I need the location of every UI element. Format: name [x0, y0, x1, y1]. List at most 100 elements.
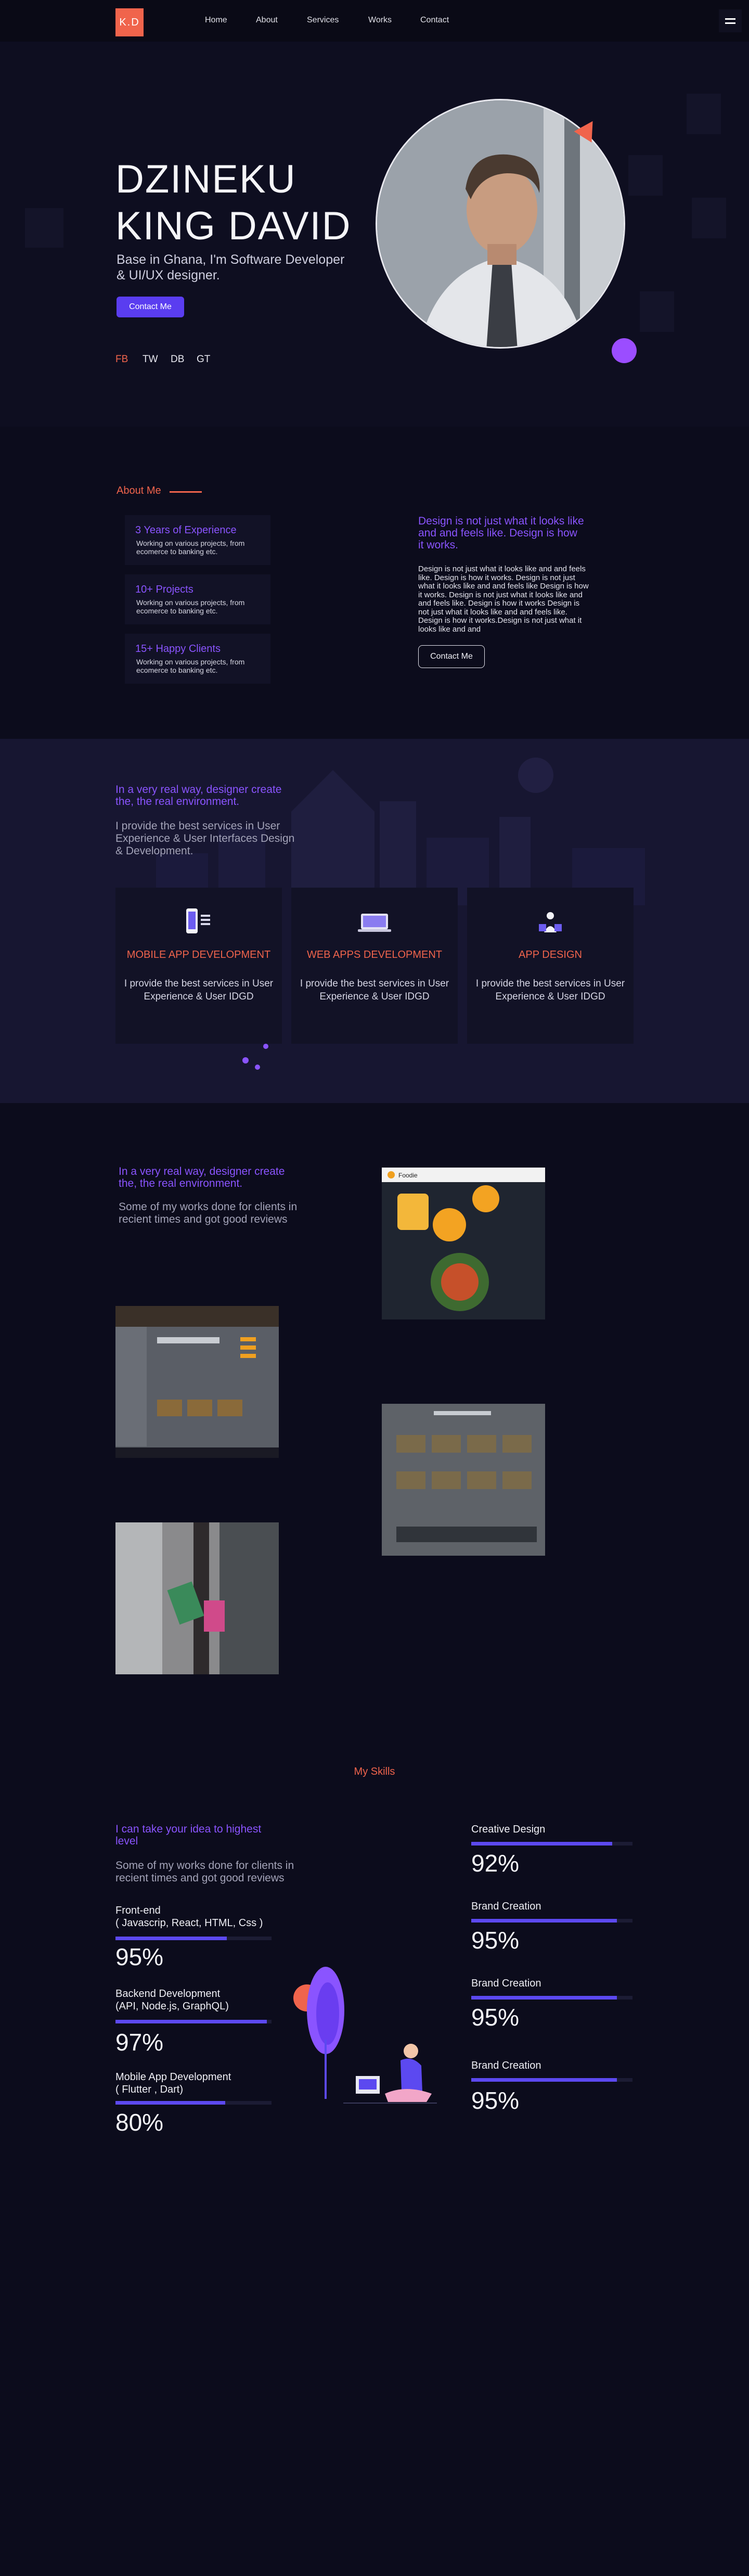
works-intro: Some of my works done for clients in rec… — [119, 1201, 298, 1225]
skill-bar-fill — [115, 2020, 267, 2023]
city-skyline-illustration — [156, 758, 645, 905]
stat-description: Working on various projects, from ecomer… — [136, 598, 245, 615]
service-description: I provide the best services in User Expe… — [300, 978, 449, 1002]
decor-dot — [263, 1044, 268, 1049]
skill-percentage: 97% — [115, 2029, 164, 2056]
services-heading: In a very real way, designer create the,… — [115, 784, 282, 808]
foodie-screenshot: Foodie — [382, 1168, 545, 1319]
social-link-twitter[interactable]: TW — [143, 354, 158, 365]
decor-square — [692, 198, 726, 238]
skill-bar-fill — [115, 2101, 226, 2105]
skill-bar-track — [471, 1996, 632, 2000]
service-title: APP DESIGN — [519, 949, 582, 960]
decor-dot — [255, 1065, 260, 1070]
skills-section-title: My Skills — [354, 1766, 395, 1777]
skill-percentage: 80% — [115, 2109, 164, 2136]
skill-tech: ( Flutter , Dart) — [115, 2084, 184, 2095]
hero-name-line2: KING DAVID — [115, 204, 352, 248]
nav-link-about[interactable]: About — [256, 16, 278, 25]
services-intro: I provide the best services in User Expe… — [115, 820, 295, 857]
skill-tech: (API, Node.js, GraphQL) — [115, 2001, 229, 2012]
skill-bar-fill — [115, 1937, 227, 1940]
nav-link-services[interactable]: Services — [307, 16, 339, 25]
service-title: MOBILE APP DEVELOPMENT — [126, 949, 271, 960]
works-heading: In a very real way, designer create the,… — [119, 1165, 285, 1189]
social-link-github[interactable]: GT — [197, 354, 210, 365]
decor-square — [640, 291, 674, 332]
skill-bar-track — [471, 2078, 632, 2082]
skill-name: Front-end — [115, 1905, 161, 1916]
hero-name: DZINEKU KING DAVID — [115, 156, 352, 250]
skill-bar-track — [115, 2101, 272, 2105]
skill-label: Front-end ( Javascrip, React, HTML, Css … — [115, 1904, 263, 1929]
work-thumbnail-shopping[interactable] — [115, 1522, 279, 1674]
work-thumbnail-dashboard[interactable] — [115, 1306, 279, 1458]
about-paragraph: Design is not just what it looks like an… — [418, 565, 589, 634]
hero-section — [0, 42, 749, 427]
shopping-photo — [115, 1522, 279, 1674]
skill-tech: ( Javascrip, React, HTML, Css ) — [115, 1917, 263, 1929]
nav-link-home[interactable]: Home — [205, 16, 227, 25]
skill-bar-fill — [471, 2078, 617, 2082]
skill-percentage: 95% — [115, 1943, 164, 1970]
skill-percentage: 95% — [471, 2087, 520, 2114]
skill-name: Mobile App Development — [115, 2071, 231, 2083]
dashboard-screenshot — [115, 1306, 279, 1458]
work-thumbnail-foodie[interactable]: Foodie — [382, 1168, 545, 1319]
stat-card: 3 Years of Experience Working on various… — [125, 515, 270, 565]
skills-heading: I can take your idea to highest level — [115, 1823, 262, 1847]
hero-name-line1: DZINEKU — [115, 157, 296, 201]
service-description: I provide the best services in User Expe… — [475, 978, 625, 1002]
about-contact-button[interactable]: Contact Me — [418, 645, 485, 668]
social-link-dribbble[interactable]: DB — [171, 354, 184, 365]
hero-subtitle: Base in Ghana, I'm Software Developer & … — [117, 252, 345, 283]
skill-label: Backend Development (API, Node.js, Graph… — [115, 1988, 229, 2013]
social-link-facebook[interactable]: FB — [115, 354, 128, 365]
hamburger-menu-icon[interactable] — [719, 9, 742, 32]
foodie-brand: Foodie — [398, 1172, 418, 1179]
design-icon — [539, 912, 562, 932]
stat-description: Working on various projects, from ecomer… — [136, 658, 245, 674]
skill-percentage: 95% — [471, 1927, 520, 1954]
skills-intro: Some of my works done for clients in rec… — [115, 1860, 294, 1884]
developer-illustration — [293, 1967, 437, 2104]
skill-bar-track — [115, 1937, 272, 1940]
service-description: I provide the best services in User Expe… — [124, 978, 274, 1002]
decor-circle — [612, 338, 637, 363]
menu-grid-screenshot — [382, 1404, 545, 1556]
skill-percentage: 95% — [471, 2004, 520, 2031]
decor-square — [628, 155, 663, 196]
service-card-web: WEB APPS DEVELOPMENT I provide the best … — [291, 888, 458, 1044]
skill-label: Creative Design — [471, 1824, 546, 1835]
stat-card: 10+ Projects Working on various projects… — [125, 574, 270, 624]
decor-square — [25, 208, 63, 248]
skill-bar-fill — [471, 1996, 617, 2000]
about-section-label: About Me — [117, 485, 161, 496]
skill-percentage: 92% — [471, 1850, 520, 1877]
nav-link-contact[interactable]: Contact — [420, 16, 449, 25]
skill-label: Brand Creation — [471, 2060, 541, 2071]
skill-bar-track — [115, 2020, 272, 2023]
work-thumbnail-menu[interactable] — [382, 1404, 545, 1556]
skill-label: Mobile App Development ( Flutter , Dart) — [115, 2071, 231, 2096]
about-label-underline — [170, 491, 202, 493]
logo[interactable]: K.D — [115, 8, 144, 36]
stat-title: 10+ Projects — [135, 584, 193, 595]
service-title: WEB APPS DEVELOPMENT — [306, 949, 443, 960]
mobile-icon — [186, 908, 210, 933]
skill-label: Brand Creation — [471, 1901, 541, 1912]
decor-dot — [242, 1057, 249, 1063]
web-icon — [358, 914, 391, 932]
service-card-mobile: MOBILE APP DEVELOPMENT I provide the bes… — [115, 888, 282, 1044]
stat-title: 15+ Happy Clients — [135, 643, 221, 655]
service-card-design: APP DESIGN I provide the best services i… — [467, 888, 634, 1044]
nav-link-works[interactable]: Works — [368, 16, 392, 25]
skill-name: Backend Development — [115, 1988, 221, 2000]
skill-label: Brand Creation — [471, 1978, 541, 1989]
stat-description: Working on various projects, from ecomer… — [136, 539, 245, 556]
decor-square — [687, 94, 721, 134]
skill-bar-track — [471, 1919, 632, 1923]
stat-title: 3 Years of Experience — [135, 524, 237, 536]
about-heading: Design is not just what it looks like an… — [418, 515, 584, 551]
contact-me-button[interactable]: Contact Me — [117, 297, 184, 317]
